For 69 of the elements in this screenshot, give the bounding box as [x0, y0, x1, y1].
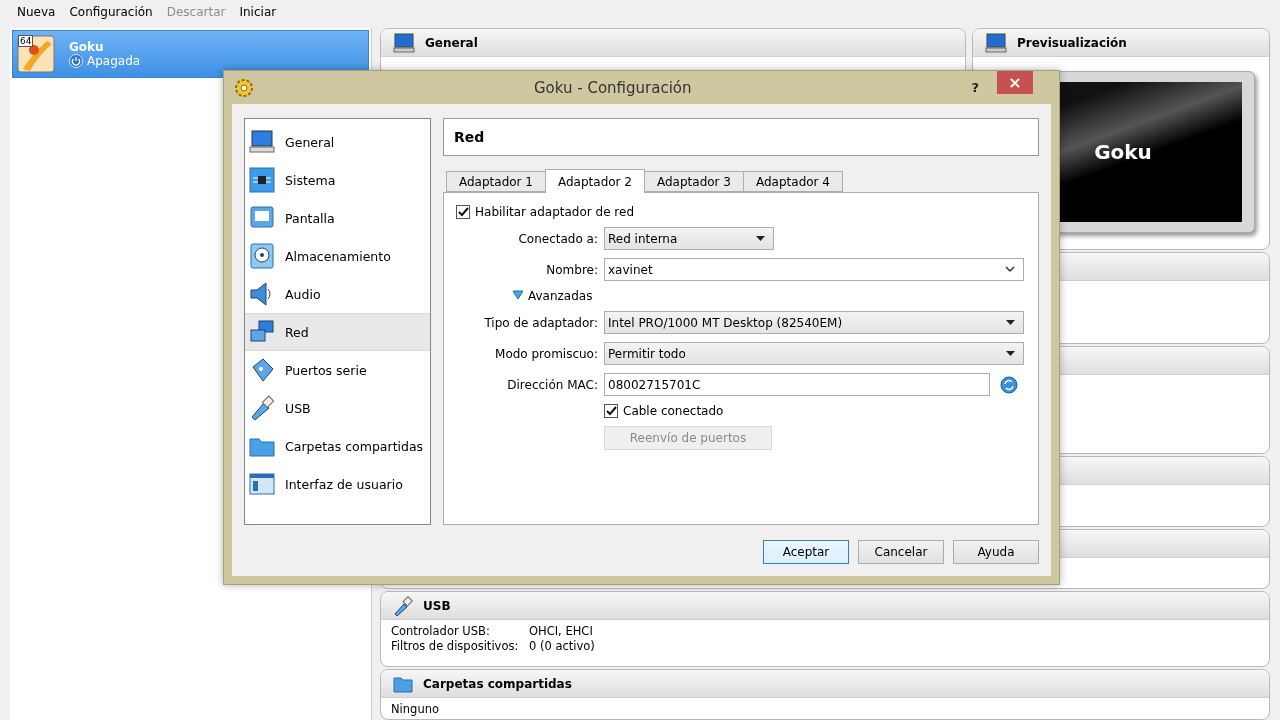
close-button[interactable]: ×	[997, 71, 1033, 94]
settings-category[interactable]: Carpetas compartidas	[245, 427, 430, 465]
gear-icon	[234, 77, 254, 98]
adapter-tab[interactable]: Adaptador 4	[743, 171, 843, 192]
network-icon	[249, 319, 275, 345]
dropdown[interactable]: Red interna	[604, 227, 774, 250]
settings-category[interactable]: Audio	[245, 275, 430, 313]
adapter-tab[interactable]: Adaptador 2	[545, 169, 645, 193]
settings-category[interactable]: Almacenamiento	[245, 237, 430, 275]
detail-label: Filtros de dispositivos:	[391, 639, 520, 654]
input-field[interactable]: 08002715701C	[604, 373, 990, 396]
field-label: Nombre:	[545, 262, 598, 277]
toolbar-button[interactable]: Configuración	[69, 5, 153, 19]
caret-icon	[756, 236, 765, 241]
settings-category[interactable]: Pantalla	[245, 199, 430, 237]
detail-label: Controlador USB:	[391, 624, 491, 639]
vm-name: Goku	[69, 40, 105, 54]
vm-state: Apagada	[87, 54, 141, 68]
chevron-icon	[1005, 266, 1015, 273]
detail-value: OHCI, EHCI	[529, 624, 594, 639]
settings-category[interactable]: Sistema	[245, 161, 430, 199]
help-button[interactable]: ?	[971, 80, 979, 95]
adapter-tab[interactable]: Adaptador 1	[446, 171, 546, 192]
field-label: Tipo de adaptador:	[483, 315, 598, 330]
checkbox-label: Cable conectado	[623, 404, 724, 418]
panel-title: Previsualización	[1017, 35, 1127, 50]
chip-icon	[249, 167, 275, 193]
settings-category[interactable]: USB	[245, 389, 430, 427]
architecture-badge: 64	[18, 35, 34, 47]
caret-icon	[1006, 320, 1015, 325]
window-icon	[249, 471, 275, 497]
preview-vm-name: Goku	[1094, 140, 1152, 164]
panel-title: Carpetas compartidas	[423, 676, 572, 691]
vm-list-item[interactable]: 64 Goku Apagada	[12, 30, 369, 78]
settings-category[interactable]: Interfaz de usuario	[245, 465, 430, 503]
dialog-button[interactable]: Ayuda	[953, 540, 1039, 564]
advanced-toggle[interactable]: Avanzadas	[528, 289, 593, 303]
dialog-button[interactable]: Aceptar	[763, 540, 849, 564]
checkbox-label: Habilitar adaptador de red	[475, 205, 634, 219]
usb-icon	[393, 595, 413, 616]
combo-box[interactable]: xavinet	[604, 258, 1024, 281]
folder-icon	[393, 674, 413, 693]
monitor-icon	[249, 129, 275, 155]
toolbar-button[interactable]: Nueva	[17, 5, 56, 19]
settings-category[interactable]: General	[245, 123, 430, 161]
detail-value: Ninguno	[391, 702, 440, 717]
settings-category[interactable]: Red	[245, 313, 430, 351]
field-label: Modo promiscuo:	[494, 346, 598, 361]
detail-value: 0 (0 activo)	[529, 639, 595, 654]
field-label: Conectado a:	[517, 231, 598, 246]
checkbox[interactable]	[456, 205, 470, 219]
caret-icon	[1006, 351, 1015, 356]
settings-category[interactable]: Puertos serie	[245, 351, 430, 389]
panel-title: USB	[423, 598, 451, 613]
display-icon	[249, 205, 275, 231]
panel-title: General	[425, 35, 478, 50]
dialog-button[interactable]: Cancelar	[858, 540, 944, 564]
dropdown[interactable]: Permitir todo	[604, 342, 1024, 365]
field-label: Dirección MAC:	[506, 377, 598, 392]
refresh-icon[interactable]	[1000, 375, 1018, 394]
power-icon	[69, 54, 83, 68]
toolbar-button[interactable]: Iniciar	[239, 5, 277, 19]
vm-os-icon	[17, 35, 55, 73]
dropdown[interactable]: Intel PRO/1000 MT Desktop (82540EM)	[604, 311, 1024, 334]
section-title: Red	[443, 118, 1039, 156]
adapter-tab[interactable]: Adaptador 3	[644, 171, 744, 192]
checkbox[interactable]	[604, 404, 618, 418]
usb-icon	[249, 395, 275, 421]
dialog-title: Goku - Configuración	[532, 78, 693, 97]
